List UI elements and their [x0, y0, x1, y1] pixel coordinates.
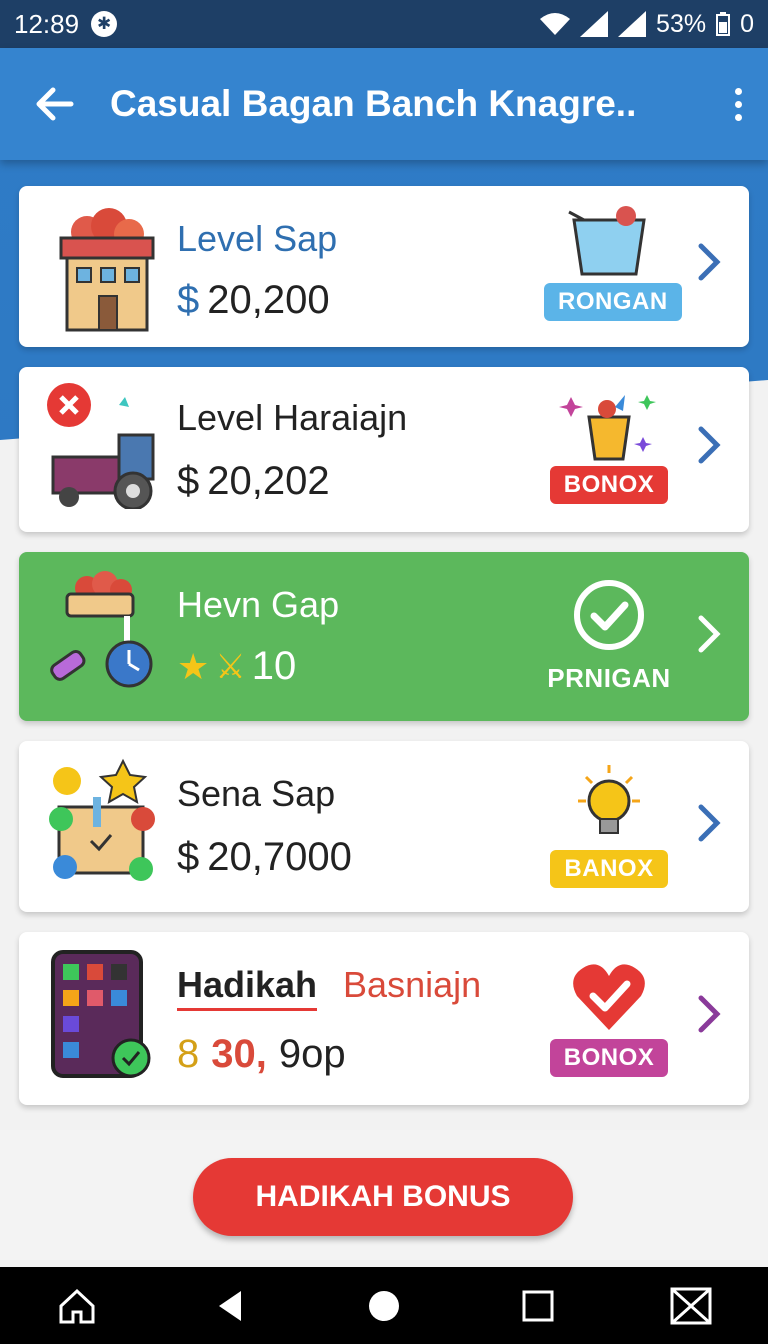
- app-bar: Casual Bagan Banch Knagre..: [0, 48, 768, 160]
- back-nav-button[interactable]: [200, 1276, 260, 1336]
- shop-building-icon: [59, 208, 155, 332]
- heart-check-icon: [573, 964, 645, 1030]
- tractor-icon: [47, 383, 155, 509]
- image-off-icon: [670, 1287, 712, 1324]
- card-title: Hevn Gap: [177, 584, 340, 625]
- card-title: Sena Sap: [177, 773, 336, 814]
- card-subtitle: Basniajn: [343, 964, 482, 1005]
- card-price: $20,202: [177, 459, 330, 504]
- card-badge: BANOX: [550, 850, 668, 888]
- chevron-right-icon[interactable]: [695, 803, 723, 843]
- signal-icon-2: [618, 11, 647, 37]
- home-button[interactable]: [47, 1276, 107, 1336]
- card-score: ★ ⚔ 10: [177, 644, 296, 689]
- level-card-1[interactable]: Level Sap $20,200 RONGAN: [19, 186, 749, 347]
- coin-icon: 8: [177, 1032, 200, 1076]
- card-badge: BONOX: [549, 466, 669, 504]
- phone-apps-icon: [51, 950, 151, 1078]
- circle-home-icon: [368, 1290, 399, 1321]
- no-image-button[interactable]: [661, 1276, 721, 1336]
- hadikah-bonus-button[interactable]: HADIKAH BONUS: [193, 1158, 573, 1236]
- triangle-back-icon: [219, 1290, 242, 1321]
- chevron-right-icon[interactable]: [695, 614, 723, 654]
- back-button[interactable]: [0, 48, 110, 160]
- app-title: Casual Bagan Banch Knagre..: [110, 83, 637, 124]
- card-title: Level Haraiajn: [177, 397, 408, 438]
- chevron-right-icon[interactable]: [695, 242, 723, 282]
- home-circle-button[interactable]: [354, 1276, 414, 1336]
- wifi-icon: [540, 13, 571, 35]
- level-card-4[interactable]: Sena Sap $20,7000 BANOX: [19, 741, 749, 912]
- card-badge: BONOX: [549, 1039, 669, 1077]
- light-bulb-icon: [578, 765, 640, 834]
- card-badge: PRNIGAN: [547, 663, 671, 693]
- card-price: $20,200: [177, 278, 330, 323]
- level-card-5[interactable]: Hadikah Basniajn 8 30, 9op BONOX: [19, 932, 749, 1105]
- chevron-right-icon[interactable]: [695, 425, 723, 465]
- status-bar: 12:89 ✱ 53% 0: [0, 0, 768, 48]
- card-title: Hadikah Basniajn: [177, 964, 481, 1011]
- price-amount: 20,202: [207, 459, 330, 503]
- score-value: 10: [251, 644, 297, 688]
- square-recents-icon: [522, 1290, 554, 1321]
- arrow-left-icon: [36, 87, 74, 121]
- card-price: 8 30, 9op: [177, 1032, 346, 1077]
- crossed-swords-icon: ⚔: [215, 647, 246, 686]
- price-amount: 20,200: [207, 278, 330, 322]
- star-icon: ★: [177, 645, 210, 687]
- signal-icon: [580, 11, 609, 37]
- level-card-3-selected[interactable]: Hevn Gap ★ ⚔ 10 PRNIGAN: [19, 552, 749, 721]
- currency-symbol: $: [177, 459, 200, 503]
- gift-box-icon: [49, 758, 155, 881]
- basket-icon: [568, 206, 646, 276]
- card-badge: RONGAN: [544, 283, 682, 321]
- card-price: $20,7000: [177, 835, 352, 880]
- price-highlight: 30,: [211, 1032, 267, 1076]
- card-title-main: Hadikah: [177, 964, 318, 1011]
- currency-symbol: $: [177, 835, 200, 879]
- currency-symbol: $: [177, 278, 200, 322]
- price-amount: 20,7000: [207, 835, 352, 879]
- status-extra: 0: [740, 9, 754, 38]
- recents-button[interactable]: [508, 1276, 568, 1336]
- sync-icon: ✱: [91, 11, 118, 37]
- check-circle-icon: [574, 580, 644, 650]
- status-icons: 53% 0: [540, 10, 754, 39]
- card-title: Level Sap: [177, 218, 338, 259]
- system-nav-bar: [0, 1267, 768, 1344]
- battery-percent: 53%: [656, 9, 707, 38]
- tools-clock-icon: [50, 571, 153, 688]
- sparkle-basket-icon: [559, 395, 656, 461]
- level-card-2[interactable]: Level Haraiajn $20,202 BONOX: [19, 367, 749, 532]
- battery-icon: [716, 12, 731, 36]
- overflow-menu-button[interactable]: [708, 48, 768, 160]
- price-rest: 9op: [278, 1032, 346, 1076]
- home-icon: [59, 1288, 95, 1323]
- status-time: 12:89: [14, 8, 80, 39]
- chevron-right-icon[interactable]: [695, 994, 723, 1034]
